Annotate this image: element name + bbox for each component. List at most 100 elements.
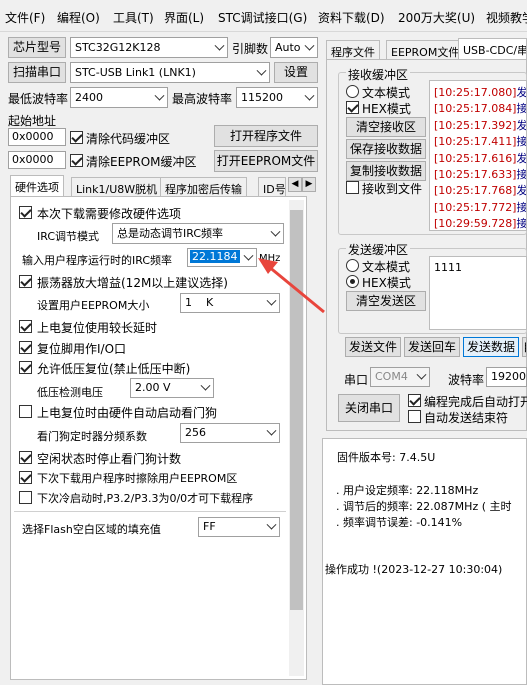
osc-gain-checkbox[interactable] [19, 275, 32, 288]
wdt-auto-checkbox[interactable] [19, 405, 32, 418]
scan-port-button[interactable]: 扫描串口 [8, 62, 66, 83]
flash-fill-value: FF [203, 520, 216, 533]
port-value: STC-USB Link1 (LNK1) [75, 66, 196, 79]
receive-log[interactable]: [10:25:17.080]发 [10:25:17.084]接 [10:25:17.… [429, 80, 527, 231]
wdt-div-select[interactable]: 256 [180, 423, 280, 443]
chevron-down-icon [266, 519, 277, 530]
menu-file[interactable]: 文件(F) [5, 9, 45, 26]
clear-code-checkbox[interactable] [70, 131, 83, 144]
tab-link1-offline[interactable]: Link1/U8W脱机 [71, 177, 163, 197]
eeprom-address-input[interactable]: 0x0000 [8, 151, 66, 169]
p32-p33-checkbox[interactable] [19, 491, 32, 504]
log-direction: 接 [516, 135, 527, 149]
tab-encrypted-transfer[interactable]: 程序加密后传输 [160, 177, 247, 197]
log-direction: 接 [516, 168, 527, 181]
divider [14, 511, 286, 512]
receive-log-line: [10:25:17.768]发 [434, 182, 526, 198]
open-program-file-button[interactable]: 打开程序文件 [214, 125, 318, 147]
reset-io-checkbox[interactable] [19, 341, 32, 354]
port-select[interactable]: STC-USB Link1 (LNK1) [70, 62, 270, 83]
receive-log-line: [10:25:17.392]发 [434, 117, 527, 133]
menu-program[interactable]: 编程(O) [57, 9, 100, 26]
send-input[interactable]: 1111 [429, 256, 527, 330]
serial-port-label: 串口 [344, 373, 369, 387]
log-direction: 发 [516, 86, 527, 99]
send-text-radio[interactable] [346, 259, 359, 272]
power-delay-label: 上电复位使用较长延时 [37, 321, 158, 335]
receive-group-title: 接收缓冲区 [346, 66, 411, 83]
receive-log-line: [10:25:17.772]接 [434, 199, 527, 215]
tab-scroll-left-button[interactable]: ◀ [288, 177, 302, 192]
recv-hex-label: HEX模式 [362, 102, 411, 116]
menu-downloads[interactable]: 资料下载(D) [318, 9, 385, 26]
tab-hardware-options[interactable]: 硬件选项 [10, 175, 64, 197]
irc-freq-select[interactable]: 22.1184 [187, 248, 257, 267]
auto-open-checkbox[interactable] [408, 394, 421, 407]
tab-id-number[interactable]: ID号 [258, 177, 286, 197]
annotation-arrow-icon [258, 258, 325, 314]
menu-interface[interactable]: 界面(L) [164, 9, 204, 26]
recv-hex-checkbox[interactable] [346, 101, 359, 114]
receive-log-line: [10:25:17.411]接 [434, 133, 527, 149]
copy-receive-button[interactable]: 复制接收数据 [346, 161, 426, 181]
low-volt-checkbox[interactable] [19, 361, 32, 374]
reset-io-label: 复位脚用作I/O口 [37, 342, 127, 356]
erase-eeprom-label: 下次下载用户程序时擦除用户EEPROM区 [37, 472, 238, 485]
menu-prize[interactable]: 200万大奖(U) [398, 9, 475, 26]
tab-program-file[interactable]: 程序文件 [326, 40, 380, 60]
auto-end-checkbox[interactable] [408, 410, 421, 423]
max-baud-select[interactable]: 115200 [236, 87, 318, 108]
menu-video[interactable]: 视频教学 [486, 9, 527, 26]
flash-fill-label: 选择Flash空白区域的填充值 [22, 523, 161, 536]
serial-port-value: COM4 [375, 370, 408, 383]
menu-tools[interactable]: 工具(T) [113, 9, 154, 26]
chevron-down-icon [200, 380, 211, 391]
menu-stc-debug[interactable]: STC调试接口(G) [218, 9, 307, 26]
status-line: . 调节后的频率: 22.087MHz ( 主时 [329, 500, 512, 513]
irc-freq-value: 22.1184 [190, 250, 240, 263]
modify-hw-checkbox[interactable] [19, 206, 32, 219]
receive-to-file-checkbox[interactable] [346, 181, 359, 194]
send-hex-radio[interactable] [346, 275, 359, 288]
power-delay-checkbox[interactable] [19, 320, 32, 333]
chip-model-button[interactable]: 芯片型号 [8, 37, 66, 58]
tab-usb-cdc[interactable]: USB-CDC/串口 [458, 38, 527, 60]
auto-send-button[interactable]: 自 [522, 337, 527, 357]
log-timestamp: [10:25:17.084] [434, 102, 517, 116]
serial-port-select[interactable]: COM4 [370, 367, 430, 387]
clear-receive-button[interactable]: 清空接收区 [346, 117, 426, 137]
min-baud-select[interactable]: 2400 [70, 87, 168, 108]
log-timestamp: [10:25:17.080] [434, 86, 517, 99]
clear-send-button[interactable]: 清空发送区 [346, 291, 426, 311]
erase-eeprom-checkbox[interactable] [19, 471, 32, 484]
log-direction: 发 [516, 118, 527, 132]
save-receive-button[interactable]: 保存接收数据 [346, 139, 426, 159]
close-port-button[interactable]: 关闭串口 [338, 394, 400, 422]
chip-model-select[interactable]: STC32G12K128 [70, 37, 228, 58]
status-line: 固件版本号: 7.4.5U [337, 451, 436, 464]
flash-fill-select[interactable]: FF [198, 517, 280, 537]
max-baud-label: 最高波特率 [172, 92, 233, 106]
pin-count-label: 引脚数 [232, 42, 269, 56]
send-group-title: 发送缓冲区 [346, 241, 411, 258]
send-file-button[interactable]: 发送文件 [345, 337, 401, 357]
serial-baud-select[interactable]: 19200 [486, 367, 527, 387]
send-return-button[interactable]: 发送回车 [404, 337, 460, 357]
log-timestamp: [10:25:17.633] [434, 168, 517, 181]
tab-scroll-right-button[interactable]: ▶ [302, 177, 316, 192]
clear-eeprom-checkbox[interactable] [70, 154, 83, 167]
tab-eeprom-file[interactable]: EEPROM文件 [386, 40, 465, 60]
log-direction: 接 [516, 200, 527, 214]
pin-count-select[interactable]: Auto [270, 37, 318, 58]
wdt-div-label: 看门狗定时器分频系数 [37, 430, 147, 443]
recv-text-radio[interactable] [346, 85, 359, 98]
irc-mode-select[interactable]: 总是动态调节IRC频率 [112, 223, 284, 244]
status-line: . 用户设定频率: 22.118MHz [329, 484, 479, 497]
code-address-input[interactable]: 0x0000 [8, 128, 66, 146]
open-eeprom-file-button[interactable]: 打开EEPROM文件 [214, 150, 318, 172]
chevron-down-icon [256, 65, 267, 76]
port-settings-button[interactable]: 设置 [274, 62, 318, 83]
wdt-idle-checkbox[interactable] [19, 451, 32, 464]
send-data-button[interactable]: 发送数据 [463, 337, 519, 357]
low-volt-select[interactable]: 2.00 V [130, 378, 214, 398]
